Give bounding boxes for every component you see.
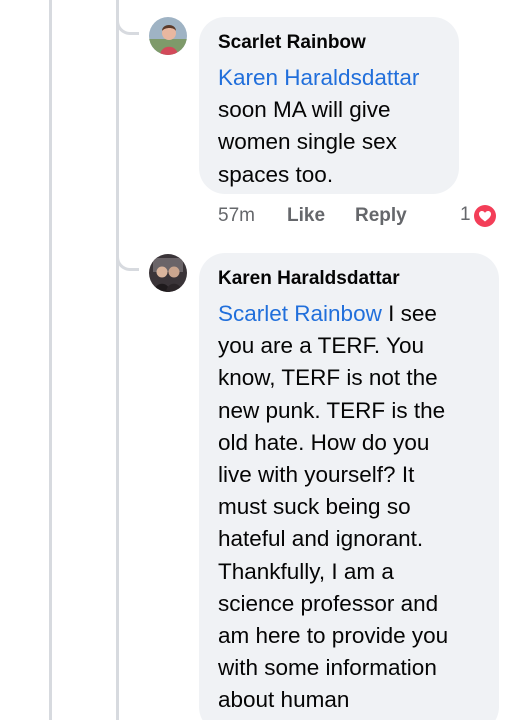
user-avatar-icon <box>149 17 187 55</box>
comment-line: spaces too. <box>218 161 334 187</box>
comment-bubble: Scarlet Rainbow Karen Haraldsdattar soon… <box>199 17 459 194</box>
comment-line: new punk. TERF is the <box>218 397 446 423</box>
comment-line: old hate. How do you <box>218 429 430 455</box>
comment-line: live with yourself? It <box>218 462 415 488</box>
comment-timestamp[interactable]: 57m <box>218 205 255 227</box>
reply-connector <box>116 0 139 35</box>
comment-line: hateful and ignorant. <box>218 526 424 552</box>
comment-line: am here to provide you <box>218 623 449 649</box>
heart-reaction-icon <box>472 203 498 229</box>
comment-line: with some information <box>218 655 437 681</box>
reaction-count: 1 <box>460 204 471 225</box>
comment-bubble: Karen Haraldsdattar Scarlet Rainbow I se… <box>199 253 499 720</box>
comment-line: know, TERF is not the <box>218 365 438 391</box>
comment-line: women single sex <box>218 129 397 155</box>
thread-line-outer <box>49 0 52 720</box>
like-button[interactable]: Like <box>287 205 325 227</box>
comment-author[interactable]: Karen Haraldsdattar <box>218 268 400 290</box>
user-avatar-icon <box>149 254 187 292</box>
mention-link[interactable]: Karen Haraldsdattar <box>218 62 453 94</box>
mention-link[interactable]: Scarlet Rainbow <box>218 301 382 326</box>
comment-line: must suck being so <box>218 494 411 520</box>
avatar[interactable] <box>149 17 187 55</box>
comment-author[interactable]: Scarlet Rainbow <box>218 32 366 54</box>
comment-thread: Scarlet Rainbow Karen Haraldsdattar soon… <box>0 0 519 720</box>
thread-line-inner <box>116 0 119 720</box>
comment-line: soon MA will give <box>218 97 391 123</box>
comment-line: about human <box>218 687 350 713</box>
comment-line: science professor and <box>218 590 439 616</box>
reply-connector <box>116 238 139 271</box>
comment-body: Scarlet Rainbow I see you are a TERF. Yo… <box>218 298 493 717</box>
comment-line: I see <box>381 301 437 326</box>
comment-line: you are a TERF. You <box>218 333 424 359</box>
avatar[interactable] <box>149 254 187 292</box>
reply-button[interactable]: Reply <box>355 205 407 227</box>
comment-body: Karen Haraldsdattar soon MA will give wo… <box>218 62 453 191</box>
comment-line: Thankfully, I am a <box>218 558 394 584</box>
